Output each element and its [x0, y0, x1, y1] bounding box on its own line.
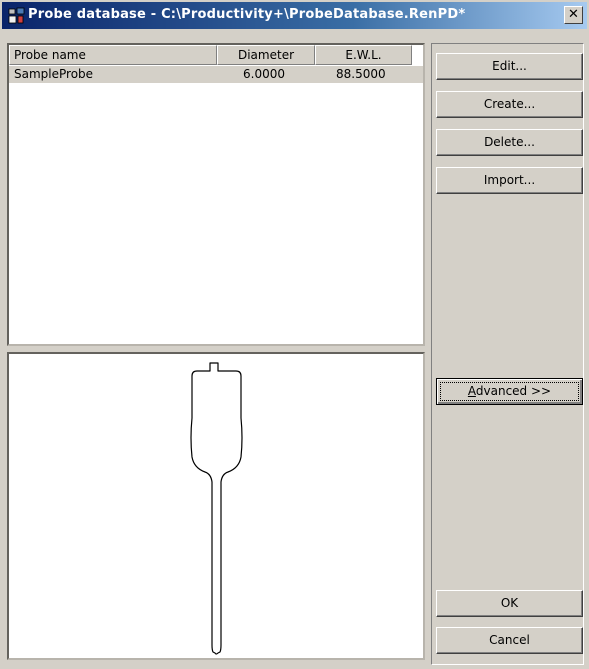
edit-button[interactable]: Edit... — [436, 53, 583, 80]
delete-button[interactable]: Delete... — [436, 129, 583, 156]
advanced-button[interactable]: Advanced >> — [436, 378, 583, 405]
table-row[interactable]: SampleProbe 6.0000 88.5000 — [9, 66, 423, 83]
column-header-probe-name[interactable]: Probe name — [9, 45, 217, 65]
advanced-button-label: Advanced >> — [467, 384, 552, 398]
probe-database-app-icon — [8, 7, 25, 24]
ok-button[interactable]: OK — [436, 590, 583, 617]
window-title: Probe database - C:\Productivity+\ProbeD… — [28, 7, 466, 22]
probe-list[interactable]: Probe name Diameter E.W.L. SampleProbe 6… — [7, 43, 425, 346]
column-header-ewl[interactable]: E.W.L. — [315, 45, 412, 65]
create-button[interactable]: Create... — [436, 91, 583, 118]
title-bar[interactable]: Probe database - C:\Productivity+\ProbeD… — [2, 2, 587, 29]
cell-probe-name: SampleProbe — [14, 67, 94, 81]
cell-diameter: 6.0000 — [243, 67, 285, 81]
import-button[interactable]: Import... — [436, 167, 583, 194]
probe-preview — [7, 352, 425, 660]
column-header-diameter[interactable]: Diameter — [217, 45, 315, 65]
probe-outline-drawing — [190, 362, 243, 655]
close-button[interactable]: ✕ — [564, 6, 583, 24]
cell-ewl: 88.5000 — [336, 67, 386, 81]
cancel-button[interactable]: Cancel — [436, 627, 583, 654]
probe-database-dialog: Probe database - C:\Productivity+\ProbeD… — [0, 0, 589, 669]
